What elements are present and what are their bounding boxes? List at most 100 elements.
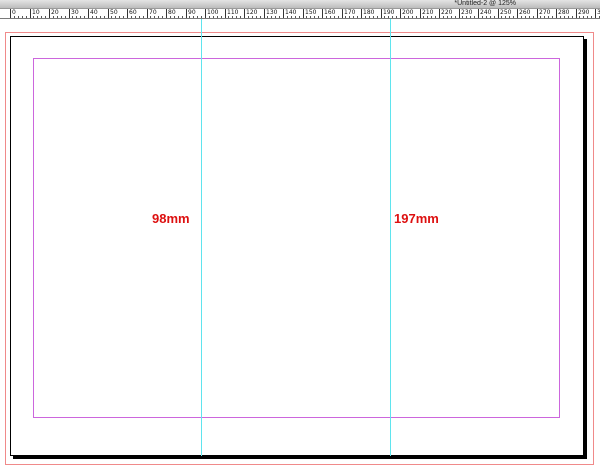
ruler-minor-tick: [92, 16, 93, 18]
ruler-major-tick: [459, 9, 460, 18]
ruler-minor-tick: [513, 16, 514, 18]
ruler-minor-tick: [135, 16, 136, 18]
ruler-major-tick: [498, 9, 499, 18]
ruler-minor-tick: [404, 16, 405, 18]
ruler-minor-tick: [279, 16, 280, 18]
ruler-major-tick: [517, 9, 518, 18]
ruler-major-tick: [264, 9, 265, 18]
ruler-minor-tick: [217, 16, 218, 18]
ruler-minor-tick: [540, 16, 541, 18]
ruler-minor-tick: [158, 16, 159, 18]
ruler-minor-tick: [443, 16, 444, 18]
ruler-major-tick: [322, 9, 323, 18]
ruler-minor-tick: [53, 16, 54, 18]
ruler-label: 100: [207, 9, 219, 16]
horizontal-ruler[interactable]: 0 10 20 30 40 50 60 70 80 90 100 110 120 130 140 150 160…: [0, 9, 600, 19]
ruler-label: 120: [246, 9, 258, 16]
ruler-minor-tick: [408, 16, 409, 18]
margin-guide: [33, 58, 560, 418]
ruler-minor-tick: [306, 16, 307, 18]
ruler-major-tick: [283, 9, 284, 18]
ruler-minor-tick: [548, 16, 549, 18]
ruler-minor-tick: [61, 16, 62, 18]
ruler-minor-tick: [529, 16, 530, 18]
ruler-minor-tick: [470, 16, 471, 18]
ruler-minor-tick: [416, 16, 417, 18]
ruler-minor-tick: [490, 16, 491, 18]
guide-label-197mm: 197mm: [394, 211, 439, 226]
ruler-minor-tick: [123, 16, 124, 18]
ruler-minor-tick: [209, 16, 210, 18]
ruler-minor-tick: [521, 16, 522, 18]
ruler-label: 90: [188, 9, 196, 16]
ruler-minor-tick: [240, 16, 241, 18]
ruler-minor-tick: [100, 16, 101, 18]
ruler-minor-tick: [57, 16, 58, 18]
ruler-label: 70: [149, 9, 157, 16]
ruler-label: 160: [324, 9, 336, 16]
ruler-label: 10: [32, 9, 40, 16]
ruler-major-tick: [420, 9, 421, 18]
ruler-label: 280: [558, 9, 570, 16]
ruler-label: 40: [90, 9, 98, 16]
ruler-label: 200: [402, 9, 414, 16]
ruler-minor-tick: [579, 16, 580, 18]
ruler-minor-tick: [154, 16, 155, 18]
ruler-minor-tick: [384, 16, 385, 18]
ruler-label: 20: [51, 9, 59, 16]
ruler-minor-tick: [587, 16, 588, 18]
ruler-minor-tick: [72, 16, 73, 18]
ruler-minor-tick: [18, 16, 19, 18]
ruler-minor-tick: [170, 16, 171, 18]
ruler-major-tick: [186, 9, 187, 18]
ruler-minor-tick: [369, 16, 370, 18]
ruler-minor-tick: [568, 16, 569, 18]
ruler-minor-tick: [236, 16, 237, 18]
ruler-minor-tick: [396, 16, 397, 18]
document-canvas[interactable]: 98mm 197mm: [0, 19, 600, 465]
ruler-minor-tick: [392, 16, 393, 18]
ruler-major-tick: [244, 9, 245, 18]
ruler-minor-tick: [287, 16, 288, 18]
ruler-minor-tick: [583, 16, 584, 18]
ruler-minor-tick: [314, 16, 315, 18]
ruler-minor-tick: [45, 16, 46, 18]
ruler-minor-tick: [560, 16, 561, 18]
ruler-minor-tick: [357, 16, 358, 18]
ruler-minor-tick: [248, 16, 249, 18]
ruler-minor-tick: [455, 16, 456, 18]
ruler-minor-tick: [26, 16, 27, 18]
ruler-major-tick: [147, 9, 148, 18]
ruler-minor-tick: [80, 16, 81, 18]
ruler-major-tick: [439, 9, 440, 18]
ruler-minor-tick: [486, 16, 487, 18]
ruler-major-tick: [108, 9, 109, 18]
ruler-major-tick: [400, 9, 401, 18]
ruler-minor-tick: [435, 16, 436, 18]
ruler-minor-tick: [365, 16, 366, 18]
ruler-label: 190: [383, 9, 395, 16]
document-title-bar[interactable]: *Untitled-2 @ 125%: [0, 0, 600, 9]
ruler-minor-tick: [388, 16, 389, 18]
ruler-minor-tick: [326, 16, 327, 18]
vertical-guide-197mm[interactable]: [390, 19, 391, 456]
ruler-minor-tick: [22, 16, 23, 18]
ruler-major-tick: [595, 9, 596, 18]
ruler-major-tick: [537, 9, 538, 18]
ruler-label: 290: [578, 9, 590, 16]
ruler-minor-tick: [111, 16, 112, 18]
ruler-major-tick: [556, 9, 557, 18]
ruler-major-tick: [166, 9, 167, 18]
ruler-major-tick: [69, 9, 70, 18]
ruler-major-tick: [88, 9, 89, 18]
ruler-major-tick: [205, 9, 206, 18]
vertical-guide-98mm[interactable]: [201, 19, 202, 456]
ruler-major-tick: [127, 9, 128, 18]
ruler-label: 80: [168, 9, 176, 16]
ruler-minor-tick: [221, 16, 222, 18]
ruler-minor-tick: [104, 16, 105, 18]
ruler-minor-tick: [115, 16, 116, 18]
ruler-minor-tick: [412, 16, 413, 18]
ruler-minor-tick: [139, 16, 140, 18]
ruler-minor-tick: [33, 16, 34, 18]
